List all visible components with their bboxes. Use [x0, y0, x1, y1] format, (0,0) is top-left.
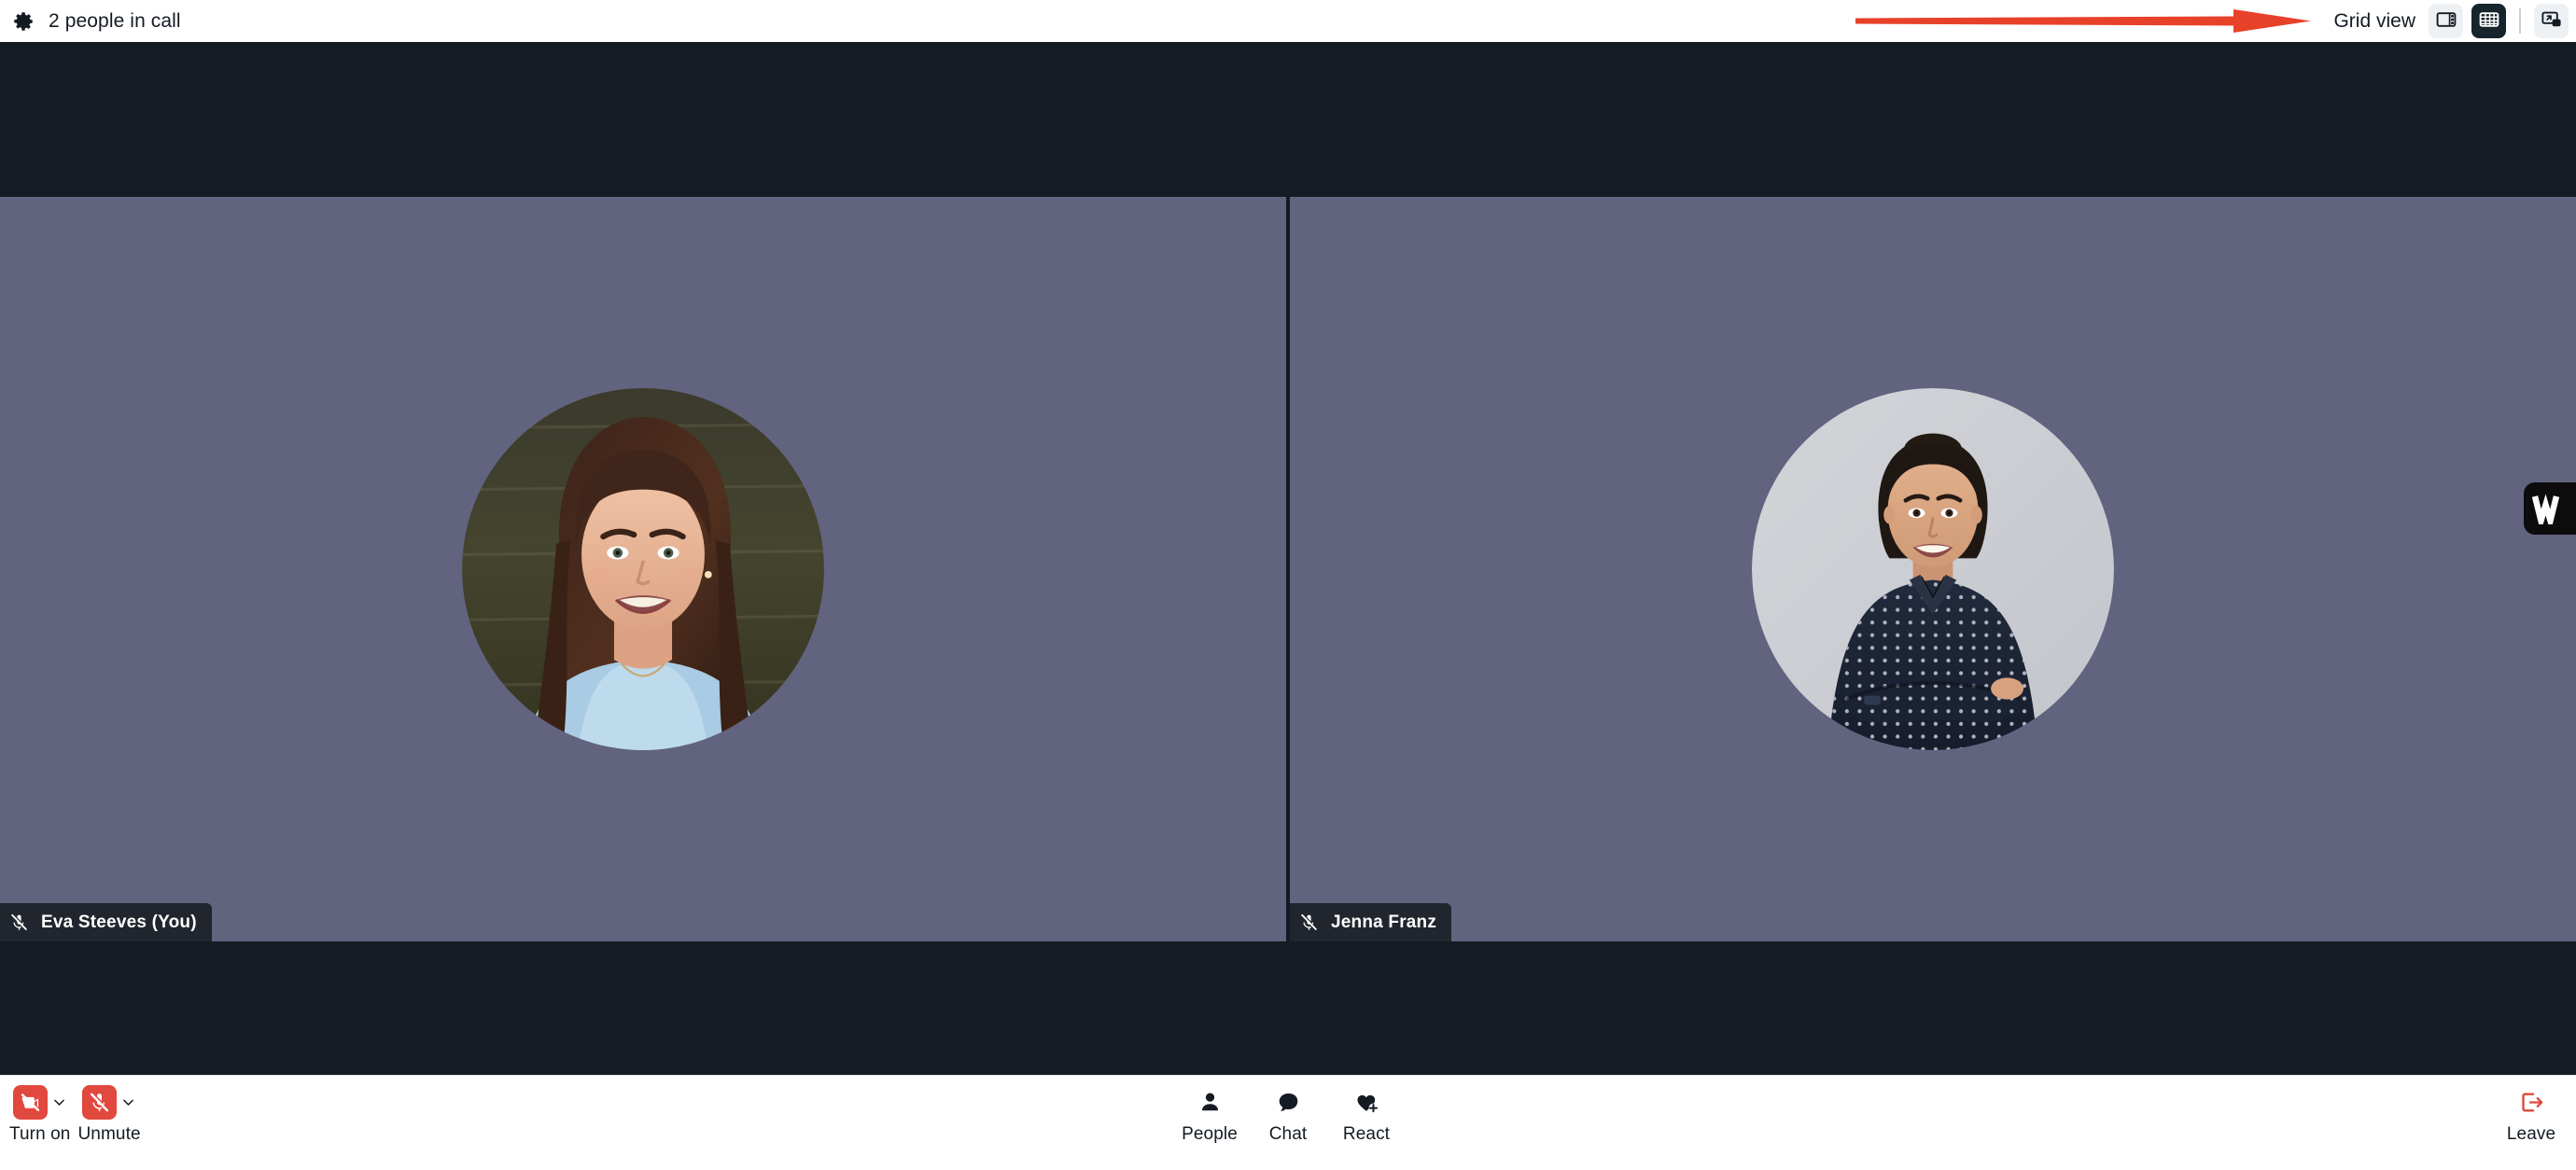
view-mode-label: Grid view: [2333, 9, 2415, 32]
mic-menu-chevron-down-icon[interactable]: [120, 1094, 136, 1110]
camera-off-icon[interactable]: [12, 1085, 48, 1120]
call-status-text: 2 people in call: [49, 9, 181, 32]
gear-icon[interactable]: [11, 9, 35, 34]
camera-toggle-row: [12, 1085, 67, 1120]
top-bar-right: Grid view: [2333, 0, 2569, 42]
grid-view-button[interactable]: [2471, 4, 2506, 38]
participant-nameplate: Jenna Franz: [1290, 903, 1452, 941]
mic-toggle-button[interactable]: Unmute: [77, 1085, 141, 1145]
mic-toggle-row: [82, 1085, 136, 1120]
participant-grid: Eva Steeves (You) Jenna Franz: [0, 197, 2576, 941]
avatar: [462, 388, 824, 750]
mic-toggle-label: Unmute: [77, 1124, 141, 1144]
video-stage: Eva Steeves (You) Jenna Franz: [0, 42, 2576, 1124]
call-controls-right: Leave: [2503, 1085, 2559, 1145]
top-bar: 2 people in call Grid view: [0, 0, 2576, 42]
chat-bubble-icon: [1271, 1085, 1306, 1120]
picture-in-picture-icon: [2541, 8, 2563, 34]
grid-view-icon: [2478, 8, 2500, 34]
chat-label: Chat: [1268, 1124, 1308, 1144]
toolbar-divider: [2519, 8, 2521, 34]
react-heart-plus-icon: [1350, 1085, 1384, 1120]
call-control-bar: Turn on Unmute People Chat React Leave: [0, 1075, 2576, 1170]
leave-call-button[interactable]: Leave: [2503, 1085, 2559, 1145]
mic-off-icon: [9, 912, 29, 932]
participant-tile[interactable]: Eva Steeves (You): [0, 197, 1286, 941]
call-controls-center: People Chat React: [1182, 1085, 1394, 1145]
people-icon: [1193, 1085, 1227, 1120]
leave-icon: [2514, 1085, 2549, 1120]
participant-name: Jenna Franz: [1331, 912, 1437, 932]
sidebar-view-icon: [2435, 8, 2457, 34]
mic-off-icon: [1299, 912, 1319, 932]
top-bar-left: 2 people in call: [0, 9, 181, 34]
react-label: React: [1342, 1124, 1391, 1144]
video-call-window: 2 people in call Grid view Eva Steeves (…: [0, 0, 2576, 1170]
people-label: People: [1182, 1124, 1238, 1144]
participant-name: Eva Steeves (You): [41, 912, 197, 932]
call-controls-left: Turn on Unmute: [9, 1085, 141, 1145]
camera-toggle-button[interactable]: Turn on: [9, 1085, 70, 1145]
leave-label: Leave: [2506, 1124, 2556, 1144]
picture-in-picture-button[interactable]: [2534, 4, 2569, 38]
camera-menu-chevron-down-icon[interactable]: [51, 1094, 67, 1110]
brand-badge[interactable]: [2524, 482, 2576, 535]
sidebar-view-button[interactable]: [2429, 4, 2463, 38]
camera-toggle-label: Turn on: [9, 1124, 71, 1144]
participant-tile[interactable]: Jenna Franz: [1290, 197, 2576, 941]
avatar: [1752, 388, 2114, 750]
people-button[interactable]: People: [1182, 1085, 1238, 1145]
mic-off-icon[interactable]: [82, 1085, 118, 1120]
chat-button[interactable]: Chat: [1260, 1085, 1316, 1145]
participant-nameplate: Eva Steeves (You): [0, 903, 212, 941]
react-button[interactable]: React: [1338, 1085, 1394, 1145]
